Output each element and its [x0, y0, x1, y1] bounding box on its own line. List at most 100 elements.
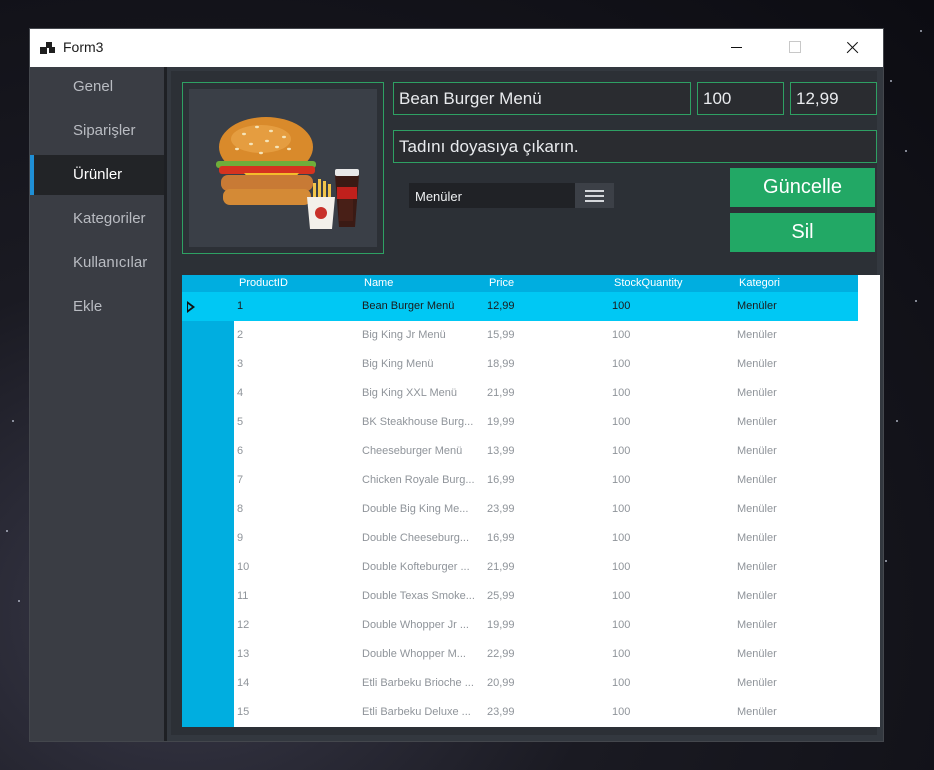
- cell-productid[interactable]: 2: [234, 321, 359, 350]
- cell-price[interactable]: 16,99: [484, 524, 609, 553]
- cell-price[interactable]: 22,99: [484, 640, 609, 669]
- table-row[interactable]: 14 Etli Barbeku Brioche ... 20,99 100 Menüle…: [182, 669, 858, 698]
- cell-productid[interactable]: 5: [234, 408, 359, 437]
- cell-kategori[interactable]: Menüler: [734, 292, 858, 321]
- column-header-kategori[interactable]: Kategori: [734, 275, 858, 292]
- cell-productid[interactable]: 15: [234, 698, 359, 727]
- price-field[interactable]: 12,99: [790, 82, 877, 115]
- sidebar-item-kullanicilar[interactable]: Kullanıcılar: [30, 243, 164, 283]
- close-icon[interactable]: [829, 29, 875, 67]
- cell-price[interactable]: 25,99: [484, 582, 609, 611]
- cell-name[interactable]: Chicken Royale Burg...: [359, 466, 484, 495]
- table-row[interactable]: 13 Double Whopper M... 22,99 100 Menüler: [182, 640, 858, 669]
- cell-name[interactable]: Double Cheeseburg...: [359, 524, 484, 553]
- table-row[interactable]: 12 Double Whopper Jr ... 19,99 100 Menüler: [182, 611, 858, 640]
- cell-productid[interactable]: 9: [234, 524, 359, 553]
- cell-productid[interactable]: 10: [234, 553, 359, 582]
- cell-name[interactable]: Cheeseburger Menü: [359, 437, 484, 466]
- table-row[interactable]: 10 Double Kofteburger ... 21,99 100 Menüler: [182, 553, 858, 582]
- cell-kategori[interactable]: Menüler: [734, 495, 858, 524]
- cell-price[interactable]: 23,99: [484, 698, 609, 727]
- cell-price[interactable]: 15,99: [484, 321, 609, 350]
- cell-price[interactable]: 21,99: [484, 553, 609, 582]
- product-image-frame[interactable]: [182, 82, 384, 254]
- cell-kategori[interactable]: Menüler: [734, 553, 858, 582]
- cell-stock[interactable]: 100: [609, 466, 734, 495]
- cell-stock[interactable]: 100: [609, 408, 734, 437]
- cell-name[interactable]: Big King Jr Menü: [359, 321, 484, 350]
- cell-productid[interactable]: 3: [234, 350, 359, 379]
- cell-price[interactable]: 20,99: [484, 669, 609, 698]
- cell-price[interactable]: 18,99: [484, 350, 609, 379]
- column-header-price[interactable]: Price: [484, 275, 609, 292]
- cell-name[interactable]: Double Texas Smoke...: [359, 582, 484, 611]
- cell-productid[interactable]: 6: [234, 437, 359, 466]
- update-button[interactable]: Güncelle: [730, 168, 875, 207]
- cell-name[interactable]: Double Whopper M...: [359, 640, 484, 669]
- menu-icon[interactable]: [575, 183, 614, 208]
- cell-productid[interactable]: 14: [234, 669, 359, 698]
- cell-price[interactable]: 23,99: [484, 495, 609, 524]
- cell-kategori[interactable]: Menüler: [734, 350, 858, 379]
- cell-productid[interactable]: 11: [234, 582, 359, 611]
- table-row[interactable]: 6 Cheeseburger Menü 13,99 100 Menüler: [182, 437, 858, 466]
- cell-name[interactable]: BK Steakhouse Burg...: [359, 408, 484, 437]
- cell-stock[interactable]: 100: [609, 495, 734, 524]
- table-row[interactable]: 9 Double Cheeseburg... 16,99 100 Menüler: [182, 524, 858, 553]
- table-row[interactable]: 7 Chicken Royale Burg... 16,99 100 Menüler: [182, 466, 858, 495]
- cell-productid[interactable]: 13: [234, 640, 359, 669]
- title-bar[interactable]: Form3: [30, 29, 883, 67]
- cell-kategori[interactable]: Menüler: [734, 466, 858, 495]
- cell-stock[interactable]: 100: [609, 321, 734, 350]
- cell-productid[interactable]: 12: [234, 611, 359, 640]
- minimize-icon[interactable]: [713, 29, 759, 67]
- cell-stock[interactable]: 100: [609, 553, 734, 582]
- sidebar-item-kategoriler[interactable]: Kategoriler: [30, 199, 164, 239]
- table-row[interactable]: 4 Big King XXL Menü 21,99 100 Menüler: [182, 379, 858, 408]
- cell-name[interactable]: Double Big King Me...: [359, 495, 484, 524]
- cell-price[interactable]: 13,99: [484, 437, 609, 466]
- cell-stock[interactable]: 100: [609, 350, 734, 379]
- sidebar-item-genel[interactable]: Genel: [30, 67, 164, 107]
- table-row[interactable]: 8 Double Big King Me... 23,99 100 Menüler: [182, 495, 858, 524]
- cell-productid[interactable]: 1: [234, 292, 359, 321]
- table-row[interactable]: 1 Bean Burger Menü 12,99 100 Menüler: [182, 292, 858, 321]
- cell-price[interactable]: 12,99: [484, 292, 609, 321]
- cell-kategori[interactable]: Menüler: [734, 408, 858, 437]
- description-field[interactable]: Tadını doyasıya çıkarın.: [393, 130, 877, 163]
- cell-name[interactable]: Bean Burger Menü: [359, 292, 484, 321]
- cell-productid[interactable]: 4: [234, 379, 359, 408]
- cell-kategori[interactable]: Menüler: [734, 437, 858, 466]
- sidebar-item-siparisler[interactable]: Siparişler: [30, 111, 164, 151]
- cell-kategori[interactable]: Menüler: [734, 640, 858, 669]
- cell-name[interactable]: Etli Barbeku Brioche ...: [359, 669, 484, 698]
- table-row[interactable]: 3 Big King Menü 18,99 100 Menüler: [182, 350, 858, 379]
- sidebar-item-ekle[interactable]: Ekle: [30, 287, 164, 327]
- table-row[interactable]: 2 Big King Jr Menü 15,99 100 Menüler: [182, 321, 858, 350]
- cell-stock[interactable]: 100: [609, 292, 734, 321]
- cell-productid[interactable]: 8: [234, 495, 359, 524]
- cell-name[interactable]: Big King Menü: [359, 350, 484, 379]
- cell-stock[interactable]: 100: [609, 437, 734, 466]
- cell-kategori[interactable]: Menüler: [734, 611, 858, 640]
- cell-kategori[interactable]: Menüler: [734, 321, 858, 350]
- cell-price[interactable]: 19,99: [484, 611, 609, 640]
- cell-name[interactable]: Double Kofteburger ...: [359, 553, 484, 582]
- cell-kategori[interactable]: Menüler: [734, 698, 858, 727]
- cell-stock[interactable]: 100: [609, 524, 734, 553]
- cell-price[interactable]: 21,99: [484, 379, 609, 408]
- delete-button[interactable]: Sil: [730, 213, 875, 252]
- cell-productid[interactable]: 7: [234, 466, 359, 495]
- column-header-name[interactable]: Name: [359, 275, 484, 292]
- cell-stock[interactable]: 100: [609, 379, 734, 408]
- table-row[interactable]: 15 Etli Barbeku Deluxe ... 23,99 100 Menüler: [182, 698, 858, 727]
- column-header-productid[interactable]: ProductID: [234, 275, 359, 292]
- sidebar-item-urunler[interactable]: Ürünler: [30, 155, 164, 195]
- cell-name[interactable]: Double Whopper Jr ...: [359, 611, 484, 640]
- table-row[interactable]: 5 BK Steakhouse Burg... 19,99 100 Menüler: [182, 408, 858, 437]
- category-select[interactable]: Menüler: [409, 183, 614, 208]
- cell-stock[interactable]: 100: [609, 582, 734, 611]
- products-grid[interactable]: ProductID Name Price StockQuantity Kateg…: [182, 275, 880, 727]
- cell-kategori[interactable]: Menüler: [734, 669, 858, 698]
- column-header-stockquantity[interactable]: StockQuantity: [609, 275, 734, 292]
